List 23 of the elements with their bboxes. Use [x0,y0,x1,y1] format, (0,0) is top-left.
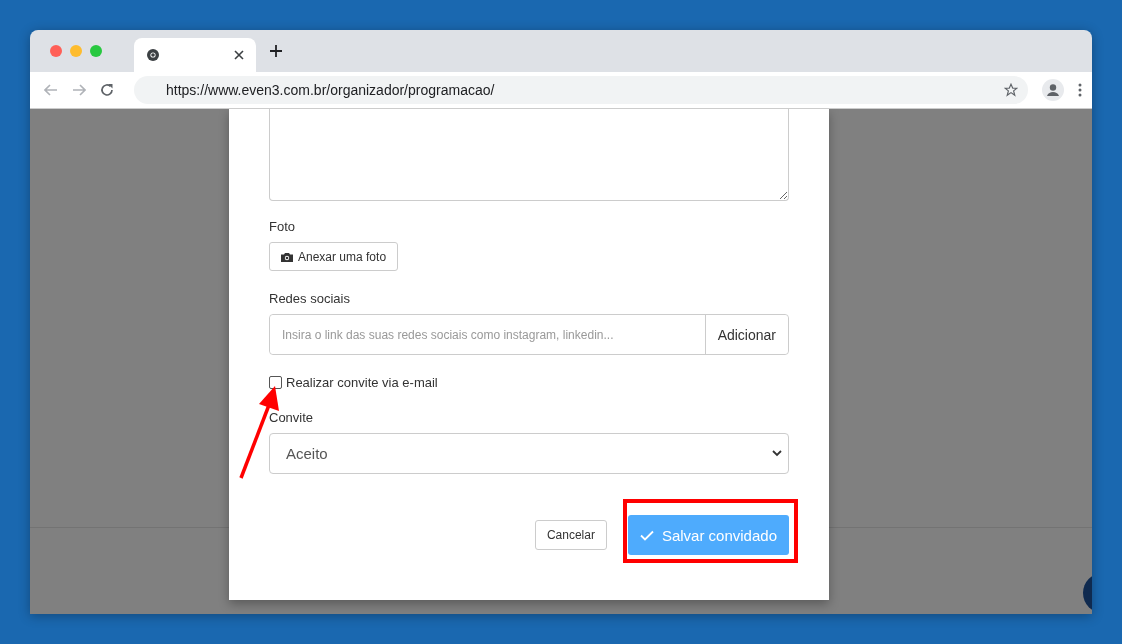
attach-photo-button[interactable]: Anexar uma foto [269,242,399,271]
star-icon[interactable] [1004,83,1018,97]
url-text: https://www.even3.com.br/organizador/programacao/ [166,82,496,98]
invite-select[interactable]: Aceito [269,433,789,474]
camera-icon [281,251,293,262]
field-label: Convite [269,410,315,425]
profile-avatar-icon[interactable] [1042,79,1064,101]
close-icon[interactable] [234,50,244,60]
add-button[interactable]: Adicionar [704,315,788,354]
field-label: Foto [269,219,296,234]
checkbox-label: Realizar convite via e-mail [286,375,438,390]
chevron-down-icon [772,450,782,457]
reload-icon[interactable] [100,83,114,97]
new-tab-icon[interactable] [270,45,282,57]
check-icon [639,529,654,541]
checkbox[interactable] [269,376,282,389]
browser-logo-icon [146,48,160,62]
social-link-field[interactable]: Insira o link das suas redes sociais como instagram, linkedin... Adicionar [269,314,789,355]
address-bar[interactable]: https://www.even3.com.br/organizador/programacao/ [134,76,1028,104]
field-label: Redes sociais [269,291,351,306]
cancel-button[interactable]: Cancelar [534,520,607,550]
menu-icon[interactable] [1078,83,1082,97]
browser-tab[interactable] [134,38,256,72]
